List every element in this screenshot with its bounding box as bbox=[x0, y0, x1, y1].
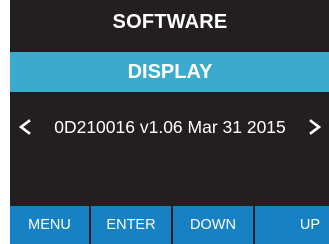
device-screen: SOFTWARE DISPLAY 0D210016 v1.06 Mar 31 2… bbox=[10, 0, 329, 244]
down-button[interactable]: DOWN bbox=[173, 206, 255, 244]
value-row: 0D210016 v1.06 Mar 31 2015 bbox=[10, 110, 329, 144]
softkey-bar: MENU ENTER DOWN UP bbox=[10, 206, 329, 244]
section-bar: DISPLAY bbox=[10, 52, 329, 92]
menu-button[interactable]: MENU bbox=[10, 206, 91, 244]
section-label: DISPLAY bbox=[127, 60, 213, 83]
page-title: SOFTWARE bbox=[112, 10, 228, 33]
chevron-right-icon bbox=[308, 119, 322, 135]
software-version-value: 0D210016 v1.06 Mar 31 2015 bbox=[54, 116, 286, 137]
enter-button[interactable]: ENTER bbox=[91, 206, 173, 244]
chevron-left-icon bbox=[18, 119, 32, 135]
next-button[interactable] bbox=[300, 119, 329, 135]
up-button[interactable]: UP bbox=[255, 206, 329, 244]
previous-button[interactable] bbox=[10, 119, 40, 135]
